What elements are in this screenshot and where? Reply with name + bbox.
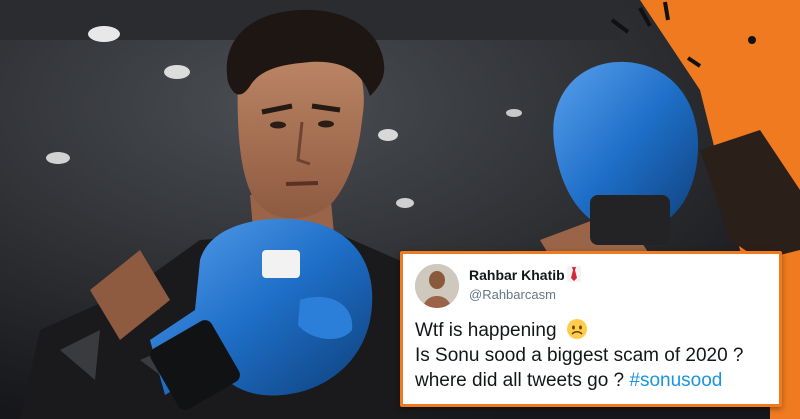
ceiling-light xyxy=(164,65,190,79)
ceiling-light xyxy=(46,152,70,164)
tweet-text: Wtf is happening Is Sonu sood a biggest … xyxy=(415,318,777,393)
tweet-line-3-text: where did all tweets go ? xyxy=(415,370,625,391)
eye xyxy=(270,121,286,129)
eye xyxy=(318,120,334,128)
tweet-line-1: Wtf is happening xyxy=(415,318,777,343)
ceiling-light xyxy=(378,129,398,141)
worried-face-emoji xyxy=(566,318,588,340)
ceiling-light xyxy=(396,198,414,208)
tweet-line-3: where did all tweets go ? #sonusood xyxy=(415,368,777,393)
ceiling-light xyxy=(88,26,120,42)
author-handle[interactable]: @Rahbarcasm xyxy=(469,287,556,302)
avatar[interactable] xyxy=(415,264,459,308)
page: Rahbar Khatib @Rahbarcasm Wtf is happeni… xyxy=(0,0,800,419)
ceiling-light xyxy=(506,109,522,117)
hashtag-link[interactable]: #sonusood xyxy=(629,370,722,391)
cartoon-dot xyxy=(748,36,756,44)
necktie-icon xyxy=(567,266,581,282)
tweet-card: Rahbar Khatib @Rahbarcasm Wtf is happeni… xyxy=(400,251,782,407)
glove-logo-patch xyxy=(262,250,300,278)
tweet-line-1-text: Wtf is happening xyxy=(415,320,557,341)
avatar-image xyxy=(415,264,459,308)
author-name[interactable]: Rahbar Khatib xyxy=(469,267,565,283)
tweet-line-2: Is Sonu sood a biggest scam of 2020 ? xyxy=(415,345,744,366)
rear-glove-cuff xyxy=(590,195,670,245)
mouth xyxy=(285,181,319,186)
